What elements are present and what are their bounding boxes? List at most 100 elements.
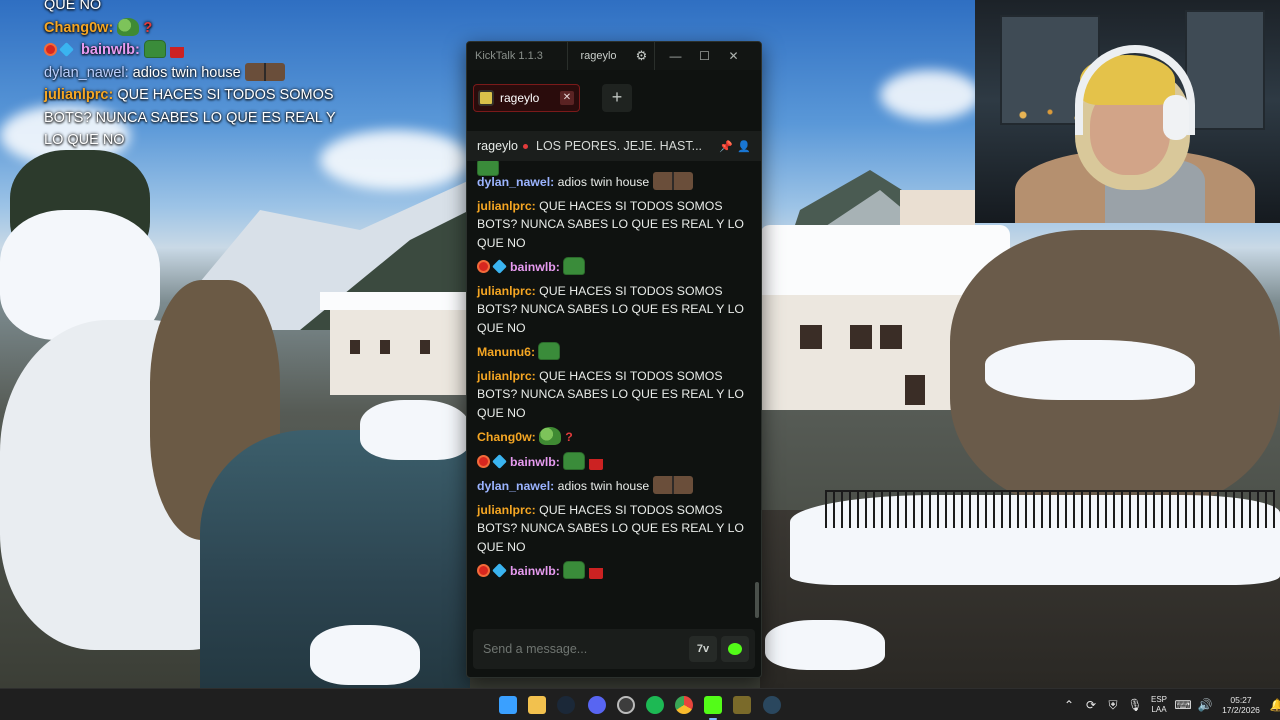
fence — [825, 490, 1275, 528]
chat-username[interactable]: bainwlb: — [510, 564, 560, 578]
chat-username[interactable]: dylan_nawel: — [477, 479, 554, 493]
badge-icon — [492, 563, 507, 578]
gear-icon[interactable]: ⚙ — [629, 42, 655, 70]
frog-emote-icon — [563, 451, 586, 470]
badge-icon — [44, 43, 57, 56]
security-icon[interactable]: ⛨ — [1102, 698, 1124, 713]
chrome-icon[interactable] — [675, 696, 693, 714]
kick-emote-button[interactable] — [721, 636, 749, 662]
message-composer: 7v — [473, 629, 755, 669]
pepe-emote-icon — [117, 17, 140, 36]
title-bar[interactable]: KickTalk 1.1.3 rageylo ⚙ — ☐ ✕ — [467, 42, 761, 70]
spotify-icon[interactable] — [646, 696, 664, 714]
notification-icon[interactable]: 🔔 — [1266, 698, 1280, 712]
chat-username[interactable]: Manunu6: — [477, 345, 535, 359]
chat-text: adios twin house — [554, 479, 650, 493]
list-item: julianlprc: QUE HACES SI TODOS SOMOS BOT… — [477, 498, 749, 559]
chat-username[interactable]: bainwlb: — [510, 455, 560, 469]
roof — [320, 292, 480, 310]
tab-rageylo[interactable]: rageylo ✕ — [473, 84, 580, 112]
add-tab-button[interactable]: + — [602, 84, 632, 112]
chat-username[interactable]: julianlprc: — [477, 369, 536, 383]
message-input[interactable] — [473, 629, 689, 669]
close-button[interactable]: ✕ — [719, 42, 748, 70]
minimize-button[interactable]: — — [661, 42, 690, 70]
badge-icon — [477, 454, 490, 468]
list-item: julianlprc: QUE HACES SI TODOS SOMOS BOT… — [477, 364, 749, 425]
overlay-text: adios twin house — [128, 64, 241, 81]
snow — [765, 620, 885, 670]
microphone-icon[interactable]: 🎙 — [1124, 698, 1146, 712]
bottle-emote-icon — [169, 40, 184, 58]
window — [420, 340, 430, 354]
list-item: bainwlb: — [477, 254, 749, 279]
list-item: julianlprc: QUE HACES SI TODOS SOMOS BOT… — [477, 194, 749, 255]
discord-icon[interactable] — [588, 696, 606, 714]
badge-icon — [492, 453, 507, 469]
overlay-text: QUE NO — [44, 0, 102, 13]
question-emote-icon: ? — [143, 19, 153, 36]
system-tray: ⌃ ⟳ ⛨ 🎙 ESP LAA ⌨ 🔊 05:27 17/2/2026 🔔 — [1058, 689, 1280, 720]
overlay-username: bainwlb: — [81, 42, 140, 58]
account-button[interactable]: rageylo — [567, 42, 629, 70]
overlay-line: julianlprc: QUE HACES SI TODOS SOMOS BOT… — [44, 84, 344, 152]
frog-emote-icon — [563, 257, 586, 275]
twin-emote-icon — [652, 172, 693, 190]
obs-icon[interactable] — [617, 696, 635, 714]
list-item: bainwlb: — [477, 449, 749, 474]
frog-emote-icon — [143, 40, 166, 58]
live-indicator-icon — [523, 143, 528, 149]
chat-username[interactable]: bainwlb: — [510, 260, 560, 274]
steam-icon[interactable] — [557, 696, 575, 714]
kicktalk-icon[interactable] — [704, 696, 722, 714]
avatar — [478, 90, 494, 106]
badge-icon — [492, 259, 507, 274]
chevron-up-icon[interactable]: ⌃ — [1058, 698, 1080, 712]
frog-emote-icon — [563, 561, 586, 579]
tab-bar: rageylo ✕ + — [467, 70, 761, 126]
list-item: Chang0w: ? — [477, 424, 749, 449]
snow — [310, 625, 420, 685]
language-indicator[interactable]: ESP LAA — [1146, 695, 1172, 715]
maximize-button[interactable]: ☐ — [690, 42, 719, 70]
sync-icon[interactable]: ⟳ — [1080, 698, 1102, 712]
start-icon[interactable] — [499, 696, 517, 714]
snow-on-tree — [985, 340, 1195, 400]
chat-header: rageylo LOS PEORES. JEJE. HAST... 📌 👤 — [467, 131, 761, 161]
frog-emote-icon — [538, 342, 561, 360]
lang-code: ESP — [1150, 695, 1167, 704]
chat-username[interactable]: julianlprc: — [477, 199, 536, 213]
pepe-emote-icon — [539, 427, 562, 445]
volume-icon[interactable]: 🔊 — [1194, 698, 1216, 712]
user-icon[interactable]: 👤 — [735, 140, 753, 153]
window — [905, 375, 925, 405]
close-tab-icon[interactable]: ✕ — [560, 91, 574, 105]
chat-username[interactable]: julianlprc: — [477, 503, 536, 517]
network-icon[interactable]: ⌨ — [1172, 698, 1194, 712]
overlay-chat: QUE NO Chang0w: ? bainwlb: dylan_nawel: … — [44, 0, 344, 152]
time: 05:27 — [1230, 695, 1252, 705]
scrollbar[interactable] — [755, 582, 759, 618]
file-explorer-icon[interactable] — [528, 696, 546, 714]
stream-title: LOS PEORES. JEJE. HAST... — [536, 139, 703, 153]
chat-username[interactable]: julianlprc: — [477, 284, 536, 298]
taskbar: ⌃ ⟳ ⛨ 🎙 ESP LAA ⌨ 🔊 05:27 17/2/2026 🔔 — [0, 688, 1280, 720]
game-icon[interactable] — [733, 696, 751, 714]
badge-icon — [59, 42, 74, 57]
channel-name[interactable]: rageylo — [477, 139, 518, 153]
chat-username[interactable]: Chang0w: — [477, 430, 536, 444]
bottle-emote-icon — [588, 451, 603, 470]
7tv-emote-icon[interactable]: 7v — [689, 636, 717, 662]
pin-icon[interactable]: 📌 — [717, 140, 735, 153]
chat-username[interactable]: dylan_nawel: — [477, 175, 554, 189]
tab-label: rageylo — [500, 91, 540, 105]
list-item: julianlprc: QUE HACES SI TODOS SOMOS BOT… — [477, 279, 749, 340]
overlay-line: bainwlb: — [44, 39, 344, 62]
chat-text: adios twin house — [554, 175, 650, 189]
list-item — [477, 161, 749, 176]
clock[interactable]: 05:27 17/2/2026 — [1216, 695, 1266, 715]
steam2-icon[interactable] — [763, 696, 781, 714]
twin-emote-icon — [652, 476, 693, 494]
cloud — [880, 70, 980, 120]
chat-messages[interactable]: dylan_nawel: adios twin house julianlprc… — [467, 161, 757, 621]
